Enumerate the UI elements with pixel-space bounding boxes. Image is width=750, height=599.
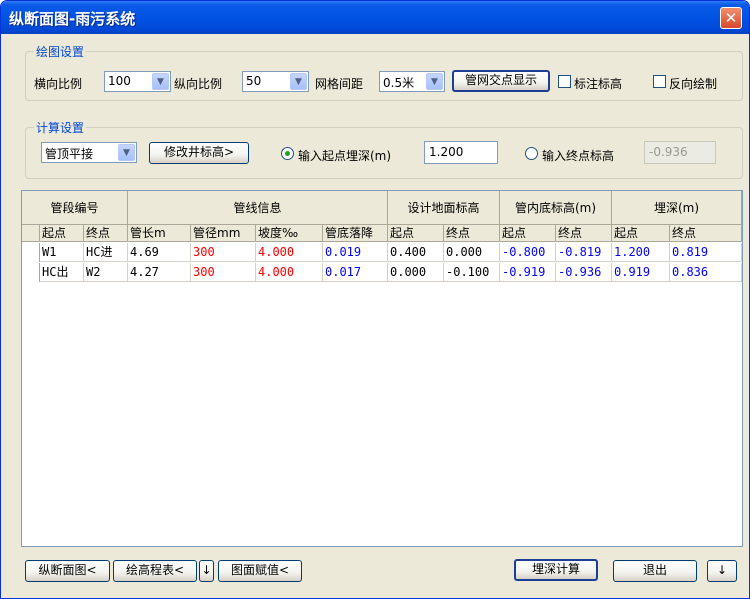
row-selector[interactable]: [22, 243, 40, 262]
grid-spacing-combo[interactable]: 0.5米 ▼: [379, 71, 445, 92]
pipe-data-table: 管段编号 管线信息 设计地面标高 管内底标高(m) 埋深(m) 起点 终点 管长…: [21, 190, 743, 547]
header-pipe-info: 管线信息: [128, 191, 388, 224]
subheader-length: 管长m: [128, 225, 191, 241]
cell-ground-end[interactable]: -0.100: [444, 263, 500, 282]
v-scale-label: 纵向比例: [174, 77, 223, 91]
reverse-draw-label: 反向绘制: [669, 77, 718, 91]
cell-invert-start[interactable]: -0.919: [500, 263, 556, 282]
h-scale-combo[interactable]: 100 ▼: [104, 71, 171, 92]
cell-drop[interactable]: 0.019: [323, 243, 388, 262]
cell-ground-end[interactable]: 0.000: [444, 243, 500, 262]
cell-invert-start[interactable]: -0.800: [500, 243, 556, 262]
row-selector[interactable]: [22, 263, 40, 282]
start-depth-input[interactable]: 1.200: [424, 141, 498, 164]
close-button[interactable]: ✕: [720, 7, 742, 29]
join-mode-combo[interactable]: 管顶平接 ▼: [41, 142, 137, 163]
end-elevation-label: 输入终点标高: [542, 149, 615, 163]
subheader-end: 终点: [84, 225, 128, 241]
subheader-diameter: 管径mm: [191, 225, 256, 241]
join-mode-value: 管顶平接: [45, 147, 94, 161]
cell-invert-end[interactable]: -0.819: [556, 243, 612, 262]
subheader-ground-start: 起点: [388, 225, 444, 241]
table-sub-header: 起点 终点 管长m 管径mm 坡度‰ 管底落降 起点 终点 起点 终点 起点 终…: [22, 225, 742, 242]
cell-start[interactable]: W1: [40, 243, 84, 262]
grid-spacing-value: 0.5米: [383, 76, 415, 90]
intersection-display-button[interactable]: 管网交点显示: [452, 70, 550, 92]
cell-depth-start[interactable]: 1.200: [612, 243, 670, 262]
window-title: 纵断面图-雨污系统: [9, 10, 136, 28]
radio-dot: [285, 151, 290, 156]
subheader-ground-end: 终点: [444, 225, 500, 241]
cell-slope[interactable]: 4.000: [256, 243, 323, 262]
depth-calc-button[interactable]: 埋深计算: [514, 559, 598, 581]
cell-diameter[interactable]: 300: [191, 263, 256, 282]
h-scale-label: 横向比例: [34, 77, 83, 91]
chevron-down-icon[interactable]: ▼: [426, 73, 443, 90]
header-depth: 埋深(m): [612, 191, 742, 224]
chevron-down-icon[interactable]: ▼: [152, 73, 169, 90]
dialog-window: 纵断面图-雨污系统 ✕ 绘图设置 横向比例 100 ▼ 纵向比例 50 ▼ 网格…: [0, 0, 750, 599]
cell-ground-start[interactable]: 0.000: [388, 263, 444, 282]
subheader-slope: 坡度‰: [256, 225, 323, 241]
cell-slope[interactable]: 4.000: [256, 263, 323, 282]
mark-elevation-checkbox[interactable]: [558, 75, 571, 88]
draw-settings-title: 绘图设置: [34, 43, 87, 60]
start-depth-label: 输入起点埋深(m): [298, 149, 392, 163]
cell-end[interactable]: W2: [84, 263, 128, 282]
cell-drop[interactable]: 0.017: [323, 263, 388, 282]
v-scale-combo[interactable]: 50 ▼: [242, 71, 309, 92]
cell-diameter[interactable]: 300: [191, 243, 256, 262]
cell-depth-start[interactable]: 0.919: [612, 263, 670, 282]
subheader-drop: 管底落降: [323, 225, 388, 241]
modify-well-elevation-button[interactable]: 修改井标高>: [149, 142, 249, 164]
header-invert-elevation: 管内底标高(m): [500, 191, 612, 224]
title-bar[interactable]: 纵断面图-雨污系统 ✕: [1, 1, 749, 34]
end-elevation-radio[interactable]: [525, 147, 538, 160]
subheader-depth-end: 终点: [670, 225, 742, 241]
start-depth-radio[interactable]: [281, 147, 294, 160]
subheader-start: 起点: [40, 225, 84, 241]
expand-down-button[interactable]: ↓: [707, 560, 737, 582]
reverse-draw-checkbox[interactable]: [653, 75, 666, 88]
cell-invert-end[interactable]: -0.936: [556, 263, 612, 282]
cell-end[interactable]: HC进: [84, 243, 128, 262]
cell-length[interactable]: 4.27: [128, 263, 191, 282]
calc-settings-title: 计算设置: [34, 119, 87, 136]
table-row[interactable]: HC出 W2 4.27 300 4.000 0.017 0.000 -0.100…: [22, 263, 742, 282]
header-ground-elevation: 设计地面标高: [388, 191, 500, 224]
v-scale-value: 50: [246, 74, 262, 88]
subheader-invert-start: 起点: [500, 225, 556, 241]
mark-elevation-label: 标注标高: [574, 77, 623, 91]
elevation-table-button[interactable]: 绘高程表<: [113, 560, 197, 582]
row-selector-header: [22, 225, 40, 241]
cell-depth-end[interactable]: 0.819: [670, 243, 742, 262]
profile-drawing-button[interactable]: 纵断面图<: [25, 560, 110, 582]
cell-length[interactable]: 4.69: [128, 243, 191, 262]
grid-spacing-label: 网格间距: [315, 77, 364, 91]
cell-depth-end[interactable]: 0.836: [670, 263, 742, 282]
header-segment-id: 管段编号: [22, 191, 128, 224]
plan-assign-button[interactable]: 图面赋值<: [218, 560, 302, 582]
chevron-down-icon[interactable]: ▼: [290, 73, 307, 90]
h-scale-value: 100: [108, 74, 131, 88]
exit-button[interactable]: 退出: [613, 560, 697, 582]
elevation-table-dropdown-button[interactable]: ↓: [199, 560, 214, 582]
subheader-depth-start: 起点: [612, 225, 670, 241]
cell-ground-start[interactable]: 0.400: [388, 243, 444, 262]
subheader-invert-end: 终点: [556, 225, 612, 241]
end-elevation-input[interactable]: -0.936: [644, 141, 716, 164]
table-group-header: 管段编号 管线信息 设计地面标高 管内底标高(m) 埋深(m): [22, 191, 742, 225]
chevron-down-icon[interactable]: ▼: [118, 144, 135, 161]
cell-start[interactable]: HC出: [40, 263, 84, 282]
table-row[interactable]: W1 HC进 4.69 300 4.000 0.019 0.400 0.000 …: [22, 243, 742, 262]
